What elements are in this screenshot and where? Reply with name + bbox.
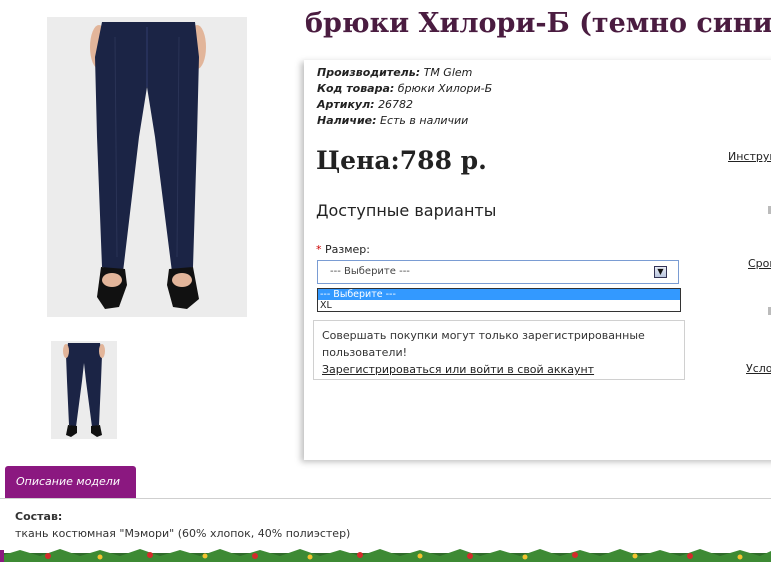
chevron-down-icon[interactable]: ▼ — [654, 266, 667, 278]
conditions-link[interactable]: Усло — [746, 362, 771, 375]
garland-icon — [0, 549, 771, 562]
availability-line: Наличие: Есть в наличии — [317, 114, 468, 127]
size-label: * Размер: — [316, 243, 370, 256]
product-code-value: брюки Хилори-Б — [397, 82, 493, 95]
product-code-line: Код товара: брюки Хилори-Б — [317, 82, 492, 95]
size-select[interactable]: --- Выберите --- ▼ — [317, 260, 679, 284]
product-info-panel: Производитель: TM Glem Код товара: брюки… — [304, 60, 771, 460]
christmas-garland-decoration — [0, 547, 771, 562]
article-value: 26782 — [378, 98, 414, 111]
login-notice: Совершать покупки могут только зарегистр… — [313, 320, 685, 380]
sizes-link[interactable]: Сром — [748, 257, 771, 270]
product-code-label: Код товара: — [317, 82, 395, 95]
availability-label: Наличие: — [317, 114, 377, 127]
pants-thumbnail-photo — [51, 341, 117, 439]
product-main-image[interactable] — [47, 17, 247, 317]
required-mark: * — [316, 243, 322, 256]
product-thumbnail[interactable] — [51, 341, 117, 439]
size-select-value: --- Выберите --- — [330, 266, 410, 277]
manufacturer-line: Производитель: TM Glem — [317, 66, 472, 79]
tab-divider — [0, 498, 771, 499]
product-title: брюки Хилори-Б (темно синий) — [305, 8, 771, 39]
composition-text: ткань костюмная "Мэмори" (60% хлопок, 40… — [15, 527, 351, 540]
size-dropdown-list[interactable]: --- Выберите --- XL — [317, 288, 681, 312]
size-option-xl[interactable]: XL — [318, 300, 680, 311]
article-line: Артикул: 26782 — [317, 98, 413, 111]
product-price: Цена:788 р. — [316, 146, 487, 175]
availability-value: Есть в наличии — [380, 114, 469, 127]
size-option-placeholder[interactable]: --- Выберите --- — [318, 289, 680, 300]
variants-heading: Доступные варианты — [316, 201, 497, 220]
instruction-link[interactable]: Инструк — [728, 150, 771, 163]
tab-description[interactable]: Описание модели — [5, 466, 136, 499]
composition-heading: Состав: — [15, 510, 63, 523]
register-login-link[interactable]: Зарегистрироваться или войти в свой акка… — [322, 361, 676, 378]
size-label-text: Размер: — [325, 243, 370, 256]
side-scroll-marker — [0, 550, 4, 562]
login-notice-text: Совершать покупки могут только зарегистр… — [322, 329, 645, 359]
manufacturer-label: Производитель: — [317, 66, 421, 79]
pants-photo — [47, 17, 247, 317]
article-label: Артикул: — [317, 98, 375, 111]
manufacturer-value: TM Glem — [423, 66, 473, 79]
